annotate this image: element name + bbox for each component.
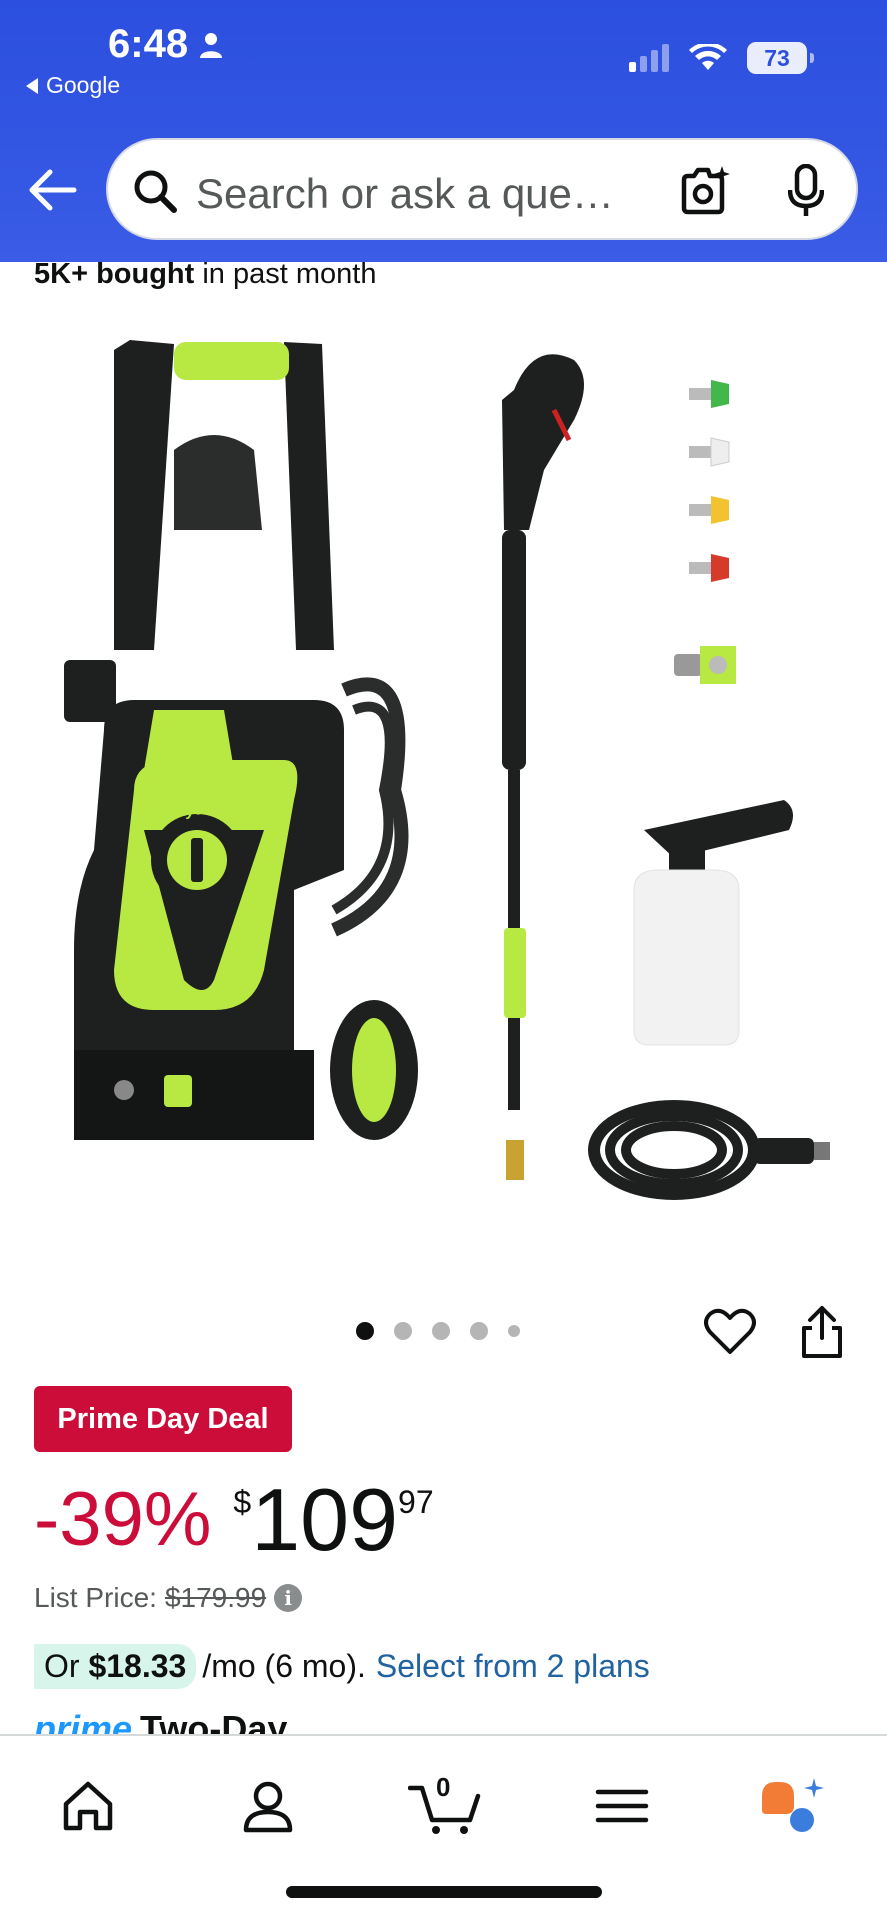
purchase-count: 5K+ bought in past month (34, 258, 376, 291)
rufus-icon[interactable] (758, 1776, 828, 1836)
app-header: 6:48 Google 73 Search or ask a que… (0, 0, 887, 262)
cart-count: 0 (436, 1772, 451, 1802)
list-price: List Price: $179.99 i (34, 1582, 303, 1614)
financing-term: /mo (6 mo). (202, 1648, 366, 1684)
back-to-app-link[interactable]: Google (26, 72, 120, 99)
menu-icon[interactable] (592, 1776, 652, 1836)
status-time-text: 6:48 (108, 22, 189, 66)
carousel-dot[interactable] (508, 1325, 520, 1337)
home-indicator (286, 1886, 602, 1898)
cellular-signal-icon (629, 44, 669, 72)
back-app-label: Google (46, 72, 121, 98)
person-icon (200, 32, 223, 58)
list-price-label: List Price: (34, 1582, 157, 1613)
search-bar[interactable]: Search or ask a que… (106, 138, 858, 240)
current-price: $ 109 97 (233, 1470, 433, 1570)
prime-delivery: prime Two-Day (34, 1708, 287, 1736)
cart-button[interactable]: 0 (407, 1772, 484, 1836)
currency-symbol: $ (233, 1484, 252, 1520)
discount-percent: -39% (34, 1477, 212, 1562)
account-icon[interactable] (238, 1776, 298, 1836)
battery-indicator: 73 (747, 42, 814, 74)
back-arrow-icon[interactable] (28, 168, 78, 212)
deal-badge-label: Prime Day Deal (57, 1402, 269, 1435)
purchase-count-bold: 5K+ bought (34, 258, 195, 290)
microphone-icon[interactable] (788, 164, 824, 218)
price-fraction: 97 (398, 1484, 434, 1520)
nozzle-tips-illustration (674, 380, 736, 684)
carousel-dot[interactable] (394, 1322, 412, 1340)
search-input[interactable]: Search or ask a que… (196, 170, 614, 218)
back-triangle-icon (26, 77, 38, 94)
list-price-value: $179.99 (164, 1582, 267, 1613)
monthly-amount: $18.33 (88, 1648, 187, 1684)
home-icon[interactable] (58, 1776, 118, 1836)
spray-wand-illustration (502, 354, 584, 1180)
carousel-dot-active[interactable] (356, 1322, 374, 1340)
delivery-speed: Two-Day (140, 1708, 288, 1736)
hose-illustration (588, 1100, 830, 1200)
carousel-dot[interactable] (470, 1322, 488, 1340)
search-icon (134, 170, 177, 213)
price-row: -39% $ 109 97 (34, 1470, 434, 1570)
info-icon[interactable]: i (274, 1584, 303, 1612)
share-icon[interactable] (800, 1304, 844, 1360)
heart-icon[interactable] (704, 1308, 756, 1356)
camera-search-icon[interactable] (678, 166, 730, 216)
select-plans-link[interactable]: Select from 2 plans (376, 1648, 650, 1685)
product-image[interactable]: PowRyte (34, 330, 854, 1250)
prime-day-deal-badge: Prime Day Deal (34, 1386, 292, 1452)
financing-offer: Or $18.33 /mo (6 mo). Select from 2 plan… (34, 1644, 650, 1689)
status-indicators: 73 (629, 42, 814, 74)
carousel-dot[interactable] (432, 1322, 450, 1340)
image-carousel-dots[interactable] (356, 1322, 520, 1340)
wifi-icon (689, 44, 727, 70)
financing-prefix: Or (44, 1648, 89, 1684)
purchase-count-rest: in past month (194, 258, 377, 290)
foam-cannon-illustration (633, 800, 793, 1046)
price-whole: 109 (251, 1470, 399, 1569)
monthly-payment-pill: Or $18.33 (34, 1644, 197, 1689)
pressure-washer-illustration: PowRyte (64, 340, 418, 1140)
status-time: 6:48 (108, 22, 224, 67)
battery-level: 73 (764, 44, 790, 71)
prime-logo: prime (34, 1708, 133, 1736)
